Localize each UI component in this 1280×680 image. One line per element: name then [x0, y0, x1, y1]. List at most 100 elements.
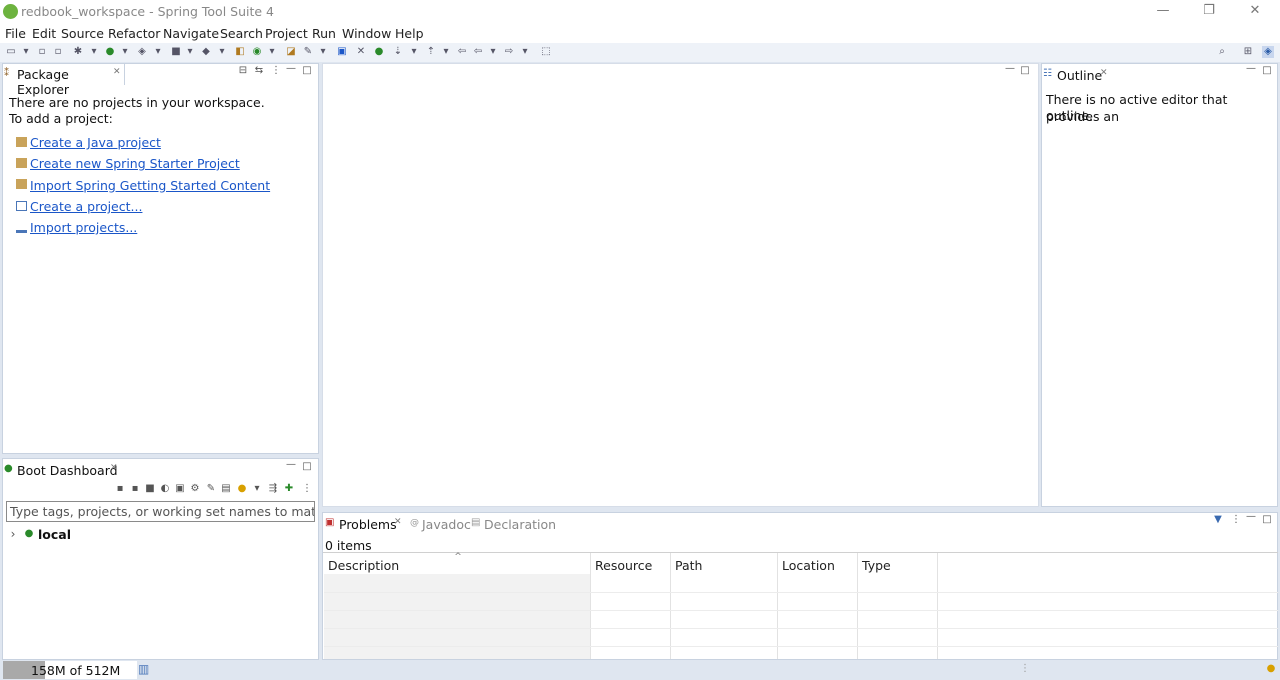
- chevron-down-icon[interactable]: ▾: [440, 46, 452, 58]
- last-edit-icon[interactable]: ⇦: [456, 46, 468, 58]
- column-path[interactable]: Path: [675, 558, 702, 573]
- menu-window[interactable]: Window: [342, 26, 391, 41]
- show-properties-icon[interactable]: ▤: [221, 484, 231, 494]
- tree-item-local[interactable]: local: [38, 526, 71, 543]
- create-project-link[interactable]: Create a project...: [30, 199, 142, 214]
- stop-icon[interactable]: ■: [170, 46, 182, 58]
- back-icon[interactable]: ⇦: [472, 46, 484, 58]
- relaunch-icon[interactable]: ◆: [200, 46, 212, 58]
- minimize-icon[interactable]: —: [1005, 64, 1015, 74]
- next-annotation-icon[interactable]: ⇣: [392, 46, 404, 58]
- chevron-down-icon[interactable]: ▾: [252, 484, 262, 494]
- menu-refactor[interactable]: Refactor: [108, 26, 160, 41]
- minimize-button[interactable]: —: [1140, 0, 1186, 24]
- debug-icon[interactable]: ▪: [130, 484, 140, 494]
- start-icon[interactable]: ▪: [115, 484, 125, 494]
- boot-run-icon[interactable]: ●: [373, 46, 385, 58]
- search-icon[interactable]: ⌕: [1216, 46, 1228, 58]
- import-spring-content-link[interactable]: Import Spring Getting Started Content: [30, 178, 270, 193]
- stop-icon[interactable]: ■: [145, 484, 155, 494]
- chevron-down-icon[interactable]: ▾: [487, 46, 499, 58]
- column-location[interactable]: Location: [782, 558, 835, 573]
- boot-filter-input[interactable]: Type tags, projects, or working set name…: [6, 501, 315, 522]
- chevron-down-icon[interactable]: ▾: [184, 46, 196, 58]
- close-icon[interactable]: ✕: [1100, 68, 1108, 78]
- chevron-right-icon[interactable]: ›: [8, 528, 18, 540]
- chevron-down-icon[interactable]: ▾: [119, 46, 131, 58]
- tab-declaration[interactable]: Declaration: [484, 517, 556, 532]
- column-type[interactable]: Type: [862, 558, 891, 573]
- chevron-down-icon[interactable]: ▾: [152, 46, 164, 58]
- column-description[interactable]: Description: [328, 558, 399, 573]
- trash-icon[interactable]: ▥: [138, 663, 149, 675]
- chevron-down-icon[interactable]: ▾: [408, 46, 420, 58]
- create-java-project-link[interactable]: Create a Java project: [30, 135, 161, 150]
- new-icon[interactable]: ▭: [5, 46, 17, 58]
- properties-icon[interactable]: ⚙: [190, 484, 200, 494]
- console-icon[interactable]: ▣: [336, 46, 348, 58]
- chevron-down-icon[interactable]: ▾: [266, 46, 278, 58]
- tab-package-explorer[interactable]: ⁑ Package Explorer ✕: [3, 64, 125, 97]
- run-icon[interactable]: ●: [104, 46, 116, 58]
- add-icon[interactable]: ✚: [284, 484, 294, 494]
- column-resource[interactable]: Resource: [595, 558, 652, 573]
- open-task-icon[interactable]: ✎: [302, 46, 314, 58]
- forward-icon[interactable]: ⇨: [503, 46, 515, 58]
- tab-outline[interactable]: ☷ Outline ✕: [1042, 64, 1114, 85]
- bulb-icon[interactable]: ●: [237, 484, 247, 494]
- minimize-icon[interactable]: —: [1246, 64, 1256, 74]
- maximize-icon[interactable]: □: [1262, 66, 1272, 76]
- maximize-icon[interactable]: □: [1020, 66, 1030, 76]
- open-perspective-icon[interactable]: ⊞: [1242, 46, 1254, 58]
- chevron-down-icon[interactable]: ▾: [88, 46, 100, 58]
- tab-problems[interactable]: ▣ Problems ✕: [323, 513, 405, 535]
- close-icon[interactable]: ✕: [113, 67, 121, 77]
- restore-button[interactable]: ❐: [1186, 0, 1232, 24]
- new-spring-icon[interactable]: ◉: [251, 46, 263, 58]
- menu-search[interactable]: Search: [220, 26, 263, 41]
- close-button[interactable]: ✕: [1232, 0, 1278, 24]
- minimize-icon[interactable]: —: [1246, 512, 1256, 522]
- close-icon[interactable]: ✕: [110, 463, 118, 473]
- expose-icon[interactable]: ⇶: [268, 484, 278, 494]
- heap-status[interactable]: 158M of 512M: [3, 661, 137, 679]
- import-projects-link[interactable]: Import projects...: [30, 220, 137, 235]
- edit-icon[interactable]: ✎: [206, 484, 216, 494]
- chevron-down-icon[interactable]: ▾: [519, 46, 531, 58]
- chevron-down-icon[interactable]: ▾: [317, 46, 329, 58]
- open-console-icon[interactable]: ◐: [160, 484, 170, 494]
- menu-source[interactable]: Source: [61, 26, 104, 41]
- menu-file[interactable]: File: [5, 26, 26, 41]
- collapse-all-icon[interactable]: ⊟: [238, 66, 248, 76]
- pin-editor-icon[interactable]: ⬚: [540, 46, 552, 58]
- menu-project[interactable]: Project: [265, 26, 308, 41]
- maximize-icon[interactable]: □: [302, 66, 312, 76]
- menu-navigate[interactable]: Navigate: [163, 26, 219, 41]
- menu-help[interactable]: Help: [395, 26, 424, 41]
- save-all-icon[interactable]: ▫: [52, 46, 64, 58]
- link-editor-icon[interactable]: ⇆: [254, 66, 264, 76]
- toggle-mark-icon[interactable]: ✕: [355, 46, 367, 58]
- tab-boot-dashboard[interactable]: ● Boot Dashboard ✕: [3, 459, 123, 480]
- maximize-icon[interactable]: □: [302, 462, 312, 472]
- chevron-down-icon[interactable]: ▾: [216, 46, 228, 58]
- debug-icon[interactable]: ✱: [72, 46, 84, 58]
- open-browser-icon[interactable]: ▣: [175, 484, 185, 494]
- view-menu-icon[interactable]: ⋮: [271, 66, 281, 76]
- external-tools-icon[interactable]: ◈: [136, 46, 148, 58]
- filter-icon[interactable]: ▼: [1213, 515, 1223, 525]
- new-java-project-icon[interactable]: ◧: [234, 46, 246, 58]
- prev-annotation-icon[interactable]: ⇡: [425, 46, 437, 58]
- open-type-icon[interactable]: ◪: [285, 46, 297, 58]
- bulb-icon[interactable]: ●: [1266, 664, 1276, 674]
- view-menu-icon[interactable]: ⋮: [1231, 515, 1241, 525]
- chevron-down-icon[interactable]: ▾: [20, 46, 32, 58]
- save-icon[interactable]: ▫: [36, 46, 48, 58]
- close-icon[interactable]: ✕: [394, 517, 402, 527]
- menu-edit[interactable]: Edit: [32, 26, 56, 41]
- menu-run[interactable]: Run: [312, 26, 336, 41]
- tab-javadoc[interactable]: Javadoc: [422, 517, 471, 532]
- create-spring-starter-link[interactable]: Create new Spring Starter Project: [30, 156, 240, 171]
- minimize-icon[interactable]: —: [286, 460, 296, 470]
- spring-perspective-icon[interactable]: ◈: [1262, 46, 1274, 58]
